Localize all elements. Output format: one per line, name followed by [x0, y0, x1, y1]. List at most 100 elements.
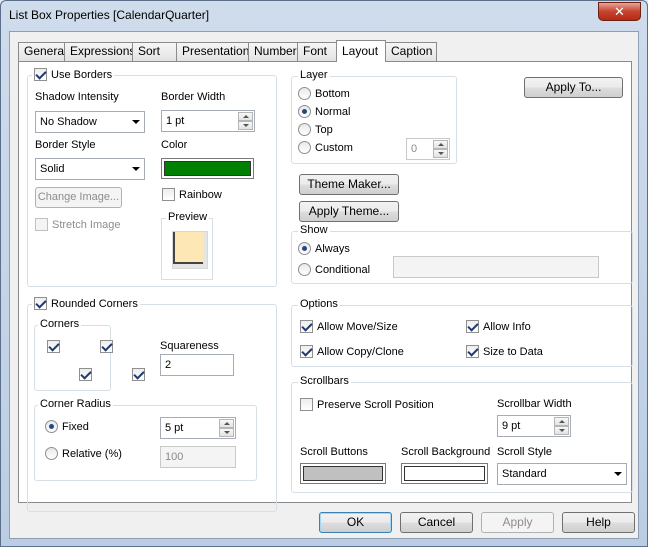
allow-copy-clone-check[interactable] — [300, 345, 313, 358]
scroll-background-swatch[interactable] — [401, 463, 488, 484]
use-borders-check[interactable] — [34, 68, 47, 81]
close-button[interactable]: ✕ — [598, 2, 641, 21]
layer-top-radio-dot[interactable] — [298, 123, 311, 136]
spin-up-icon[interactable] — [554, 417, 569, 426]
size-to-data-check[interactable] — [466, 345, 479, 358]
layer-normal-radio-dot[interactable] — [298, 105, 311, 118]
size-to-data-label: Size to Data — [483, 345, 543, 358]
tab-sort[interactable]: Sort — [132, 42, 177, 61]
show-condition-input[interactable] — [393, 256, 599, 278]
apply-button[interactable]: Apply — [481, 512, 554, 533]
allow-move-size-check[interactable] — [300, 320, 313, 333]
rounded-corners-checkbox[interactable]: Rounded Corners — [32, 297, 140, 310]
ok-button[interactable]: OK — [319, 512, 392, 533]
radius-relative-radio-dot[interactable] — [45, 447, 58, 460]
spin-up-icon[interactable] — [433, 140, 448, 149]
use-borders-checkbox[interactable]: Use Borders — [32, 68, 115, 81]
tab-layout[interactable]: Layout — [336, 40, 386, 62]
title-bar: List Box Properties [CalendarQuarter] ✕ — [1, 1, 647, 29]
allow-copy-clone-checkbox[interactable]: Allow Copy/Clone — [300, 345, 404, 358]
cancel-button[interactable]: Cancel — [400, 512, 473, 533]
spin-up-icon[interactable] — [219, 419, 234, 428]
tab-presentation[interactable]: Presentation — [176, 42, 249, 61]
allow-info-checkbox[interactable]: Allow Info — [466, 320, 531, 333]
shadow-intensity-select[interactable]: No Shadow — [35, 111, 145, 133]
preserve-scroll-check[interactable] — [300, 398, 313, 411]
change-image-button[interactable]: Change Image... — [35, 187, 122, 208]
close-icon: ✕ — [614, 4, 625, 19]
layer-bottom-radio[interactable]: Bottom — [298, 87, 350, 100]
layer-top-radio[interactable]: Top — [298, 123, 333, 136]
layer-custom-radio-dot[interactable] — [298, 141, 311, 154]
rainbow-checkbox[interactable]: Rainbow — [162, 188, 222, 201]
scroll-style-select[interactable]: Standard — [497, 463, 627, 485]
squareness-input[interactable]: 2 — [160, 354, 234, 376]
border-width-spin-buttons[interactable] — [238, 112, 253, 130]
rounded-corners-group: Rounded Corners Corners Squareness 2 Cor… — [27, 297, 277, 512]
show-group: Show Always Conditional — [291, 224, 633, 284]
layer-top-label: Top — [315, 123, 333, 136]
radius-fixed-value: 5 pt — [165, 422, 184, 434]
layer-custom-spin-buttons[interactable] — [433, 140, 448, 158]
spin-down-icon[interactable] — [433, 149, 448, 158]
scrollbar-width-spin-buttons[interactable] — [554, 417, 569, 435]
radius-fixed-radio[interactable]: Fixed — [45, 420, 89, 433]
border-style-value: Solid — [40, 163, 65, 175]
allow-info-check[interactable] — [466, 320, 479, 333]
show-conditional-radio-dot[interactable] — [298, 263, 311, 276]
squareness-label: Squareness — [160, 340, 219, 352]
radius-fixed-spin-buttons[interactable] — [219, 419, 234, 437]
size-to-data-checkbox[interactable]: Size to Data — [466, 345, 543, 358]
tab-font[interactable]: Font — [297, 42, 337, 61]
allow-move-size-checkbox[interactable]: Allow Move/Size — [300, 320, 398, 333]
tab-number[interactable]: Number — [248, 42, 298, 61]
corner-bottom-left-checkbox[interactable] — [79, 368, 93, 381]
spin-down-icon[interactable] — [238, 121, 253, 130]
show-conditional-radio[interactable]: Conditional — [298, 263, 370, 276]
layer-bottom-radio-dot[interactable] — [298, 87, 311, 100]
spin-down-icon[interactable] — [554, 426, 569, 435]
border-width-label: Border Width — [161, 91, 226, 103]
layer-normal-radio[interactable]: Normal — [298, 105, 350, 118]
apply-theme-button[interactable]: Apply Theme... — [299, 201, 399, 222]
border-style-select[interactable]: Solid — [35, 158, 145, 180]
rounded-corners-check[interactable] — [34, 297, 47, 310]
layer-bottom-label: Bottom — [315, 87, 350, 100]
corner-top-right-checkbox[interactable] — [100, 340, 114, 353]
show-always-radio-dot[interactable] — [298, 242, 311, 255]
theme-maker-button[interactable]: Theme Maker... — [299, 174, 399, 195]
spin-up-icon[interactable] — [238, 112, 253, 121]
help-button[interactable]: Help — [562, 512, 635, 533]
border-width-spinner[interactable]: 1 pt — [161, 110, 255, 132]
rainbow-check[interactable] — [162, 188, 175, 201]
corner-radius-group: Corner Radius Fixed 5 pt Relative (%) 10… — [34, 398, 257, 481]
border-color-swatch[interactable] — [161, 158, 254, 179]
scroll-buttons-swatch[interactable] — [300, 463, 386, 484]
chevron-down-icon — [132, 120, 140, 124]
tab-expressions[interactable]: Expressions — [64, 42, 135, 61]
show-always-radio[interactable]: Always — [298, 242, 350, 255]
preserve-scroll-checkbox[interactable]: Preserve Scroll Position — [300, 398, 434, 411]
stretch-image-checkbox[interactable]: Stretch Image — [35, 218, 120, 231]
allow-move-size-label: Allow Move/Size — [317, 320, 398, 333]
scrollbar-width-spinner[interactable]: 9 pt — [497, 415, 571, 437]
corner-top-left-checkbox[interactable] — [47, 340, 60, 353]
tab-caption[interactable]: Caption — [385, 42, 437, 61]
layer-custom-spinner[interactable]: 0 — [406, 138, 450, 160]
shadow-intensity-label: Shadow Intensity — [35, 91, 119, 103]
scrollbar-width-label: Scrollbar Width — [497, 398, 572, 410]
corner-bottom-right-checkbox[interactable] — [132, 368, 146, 381]
radius-fixed-spinner[interactable]: 5 pt — [160, 417, 236, 439]
show-label: Show — [298, 224, 330, 236]
spin-down-icon[interactable] — [219, 428, 234, 437]
radius-relative-radio[interactable]: Relative (%) — [45, 447, 122, 460]
dialog-window: List Box Properties [CalendarQuarter] ✕ … — [0, 0, 648, 547]
apply-to-button[interactable]: Apply To... — [524, 77, 623, 98]
tab-general[interactable]: General — [18, 42, 67, 61]
border-color-fill — [164, 161, 251, 176]
layer-custom-radio[interactable]: Custom — [298, 141, 353, 154]
radius-fixed-radio-dot[interactable] — [45, 420, 58, 433]
options-label: Options — [298, 298, 340, 310]
stretch-image-check[interactable] — [35, 218, 48, 231]
radius-relative-input[interactable]: 100 — [160, 446, 236, 468]
